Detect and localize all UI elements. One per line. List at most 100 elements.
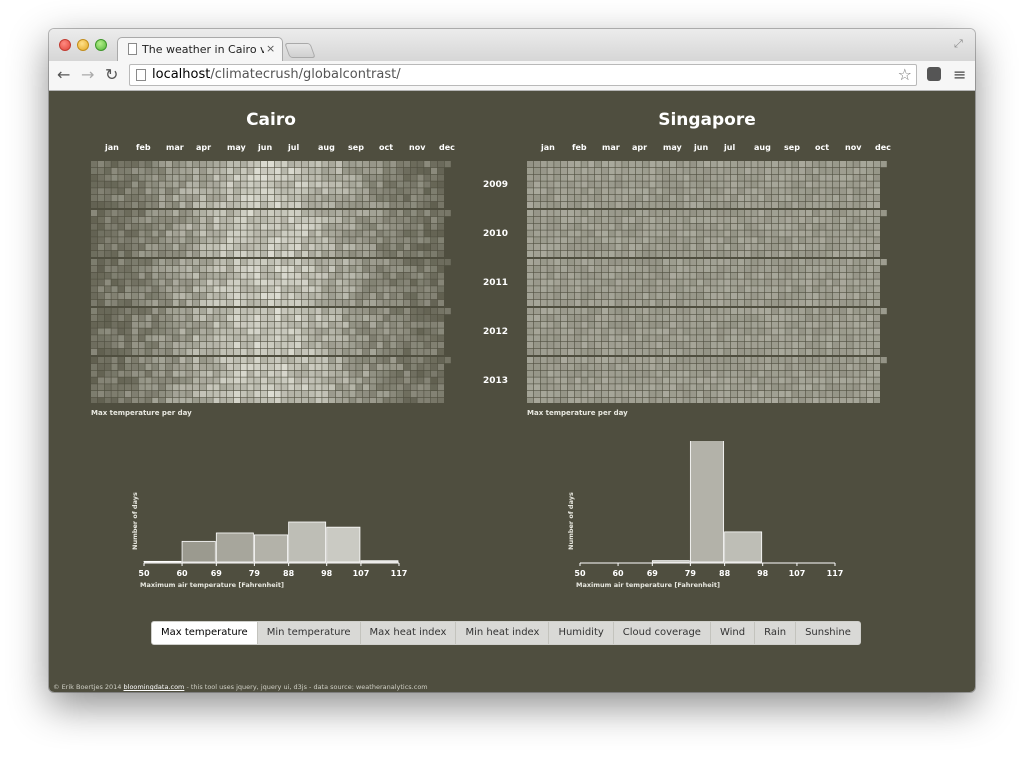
heatmap-cell[interactable] (710, 384, 717, 391)
heatmap-cell[interactable] (744, 377, 751, 384)
heatmap-cell[interactable] (308, 286, 315, 293)
heatmap-cell[interactable] (527, 265, 534, 272)
heatmap-cell[interactable] (315, 244, 322, 251)
heatmap-cell[interactable] (315, 272, 322, 279)
heatmap-cell[interactable] (649, 293, 656, 300)
heatmap-cell[interactable] (656, 181, 663, 188)
heatmap-cell[interactable] (410, 174, 417, 181)
heatmap-cell[interactable] (574, 335, 581, 342)
heatmap-cell[interactable] (186, 230, 193, 237)
heatmap-cell[interactable] (819, 265, 826, 272)
heatmap-cell[interactable] (227, 250, 234, 257)
heatmap-cell[interactable] (206, 223, 213, 230)
heatmap-cell[interactable] (527, 216, 534, 223)
heatmap-cell[interactable] (839, 293, 846, 300)
heatmap-cell[interactable] (267, 335, 274, 342)
metric-button-sunshine[interactable]: Sunshine (795, 622, 860, 644)
heatmap-cell[interactable] (683, 174, 690, 181)
heatmap-cell[interactable] (656, 265, 663, 272)
heatmap-cell[interactable] (131, 259, 138, 266)
heatmap-cell[interactable] (118, 216, 125, 223)
heatmap-cell[interactable] (683, 370, 690, 377)
heatmap-cell[interactable] (261, 286, 268, 293)
heatmap-cell[interactable] (574, 391, 581, 398)
heatmap-cell[interactable] (724, 244, 731, 251)
heatmap-cell[interactable] (731, 201, 738, 208)
heatmap-cell[interactable] (690, 259, 697, 266)
heatmap-cell[interactable] (581, 174, 588, 181)
heatmap-cell[interactable] (199, 335, 206, 342)
heatmap-cell[interactable] (853, 201, 860, 208)
heatmap-cell[interactable] (383, 357, 390, 364)
heatmap-cell[interactable] (111, 308, 118, 315)
heatmap-cell[interactable] (186, 161, 193, 168)
heatmap-cell[interactable] (867, 174, 874, 181)
heatmap-cell[interactable] (683, 328, 690, 335)
heatmap-cell[interactable] (390, 321, 397, 328)
heatmap-cell[interactable] (669, 195, 676, 202)
heatmap-cell[interactable] (751, 286, 758, 293)
heatmap-cell[interactable] (601, 293, 608, 300)
heatmap-cell[interactable] (595, 201, 602, 208)
heatmap-cell[interactable] (301, 357, 308, 364)
heatmap-cell[interactable] (785, 397, 792, 403)
heatmap-cell[interactable] (629, 279, 636, 286)
heatmap-cell[interactable] (771, 363, 778, 370)
heatmap-cell[interactable] (369, 223, 376, 230)
heatmap-cell[interactable] (118, 259, 125, 266)
heatmap-cell[interactable] (145, 357, 152, 364)
heatmap-cell[interactable] (615, 299, 622, 306)
heatmap-cell[interactable] (410, 237, 417, 244)
heatmap-cell[interactable] (663, 391, 670, 398)
heatmap-cell[interactable] (683, 223, 690, 230)
heatmap-cell[interactable] (254, 259, 261, 266)
heatmap-cell[interactable] (131, 377, 138, 384)
heatmap-cell[interactable] (335, 181, 342, 188)
heatmap-cell[interactable] (410, 342, 417, 349)
heatmap-cell[interactable] (873, 161, 880, 168)
heatmap-cell[interactable] (240, 161, 247, 168)
heatmap-cell[interactable] (254, 397, 261, 403)
heatmap-cell[interactable] (97, 348, 104, 355)
heatmap-cell[interactable] (703, 201, 710, 208)
heatmap-cell[interactable] (799, 286, 806, 293)
heatmap-cell[interactable] (240, 250, 247, 257)
heatmap-cell[interactable] (315, 348, 322, 355)
heatmap-cell[interactable] (363, 201, 370, 208)
heatmap-cell[interactable] (744, 195, 751, 202)
heatmap-cell[interactable] (152, 174, 159, 181)
heatmap-cell[interactable] (329, 335, 336, 342)
heatmap-cell[interactable] (342, 265, 349, 272)
heatmap-cell[interactable] (547, 181, 554, 188)
heatmap-cell[interactable] (683, 377, 690, 384)
heatmap-cell[interactable] (349, 348, 356, 355)
heatmap-cell[interactable] (199, 265, 206, 272)
heatmap-cell[interactable] (220, 265, 227, 272)
heatmap-cell[interactable] (301, 174, 308, 181)
heatmap-cell[interactable] (186, 293, 193, 300)
heatmap-cell[interactable] (165, 181, 172, 188)
heatmap-cell[interactable] (383, 181, 390, 188)
heatmap-cell[interactable] (335, 195, 342, 202)
heatmap-cell[interactable] (867, 348, 874, 355)
heatmap-cell[interactable] (595, 223, 602, 230)
heatmap-cell[interactable] (608, 181, 615, 188)
heatmap-cell[interactable] (322, 299, 329, 306)
heatmap-cell[interactable] (710, 195, 717, 202)
heatmap-cell[interactable] (683, 161, 690, 168)
heatmap-cell[interactable] (267, 167, 274, 174)
heatmap-cell[interactable] (567, 223, 574, 230)
heatmap-cell[interactable] (697, 216, 704, 223)
heatmap-cell[interactable] (369, 188, 376, 195)
heatmap-cell[interactable] (342, 201, 349, 208)
heatmap-cell[interactable] (247, 335, 254, 342)
heatmap-cell[interactable] (193, 210, 200, 217)
heatmap-cell[interactable] (240, 397, 247, 403)
heatmap-cell[interactable] (656, 210, 663, 217)
heatmap-cell[interactable] (642, 391, 649, 398)
heatmap-cell[interactable] (805, 370, 812, 377)
heatmap-cell[interactable] (349, 201, 356, 208)
heatmap-cell[interactable] (839, 237, 846, 244)
heatmap-cell[interactable] (805, 342, 812, 349)
heatmap-cell[interactable] (812, 279, 819, 286)
